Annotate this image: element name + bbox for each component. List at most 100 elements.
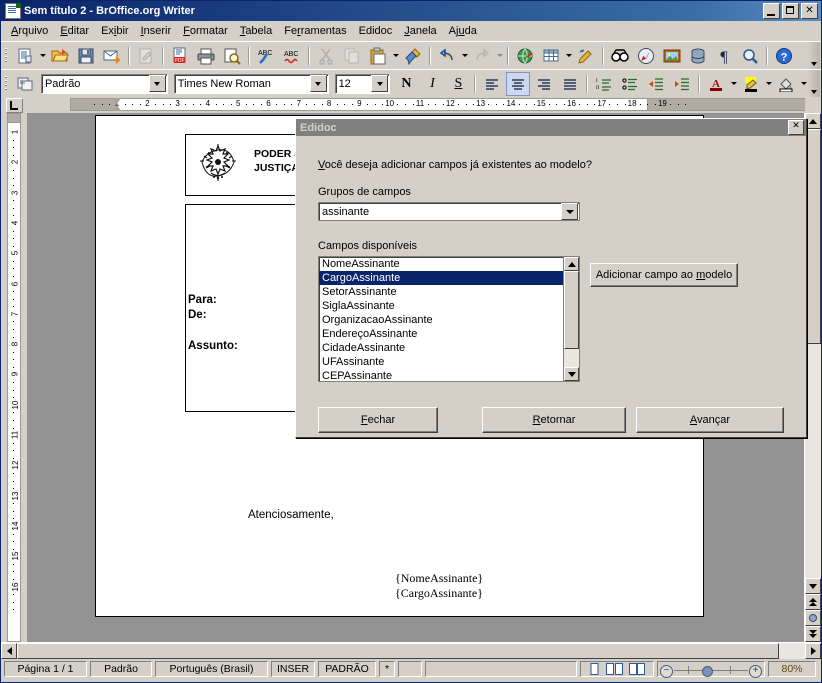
dialog-titlebar[interactable]: Edidoc ✕ — [296, 119, 806, 136]
justify-button[interactable] — [558, 72, 582, 96]
menu-ajuda[interactable]: Ajuda — [443, 23, 483, 39]
send-email-icon[interactable] — [100, 44, 124, 68]
next-page-button[interactable] — [805, 626, 821, 642]
background-color-dropdown-arrow[interactable] — [799, 73, 808, 95]
show-draw-functions-icon[interactable] — [574, 44, 598, 68]
status-page-style[interactable]: Padrão — [90, 661, 152, 677]
menu-edidoc[interactable]: Edidoc — [353, 23, 399, 39]
paragraph-indent-marker[interactable] — [113, 98, 121, 111]
bold-button[interactable]: N — [394, 72, 418, 96]
align-left-button[interactable] — [480, 72, 504, 96]
undo-dropdown-arrow[interactable] — [460, 45, 469, 67]
decrease-indent-button[interactable] — [644, 72, 668, 96]
scroll-left-button[interactable] — [1, 643, 17, 659]
menu-tabela[interactable]: Tabela — [234, 23, 278, 39]
scroll-right-button[interactable] — [805, 643, 821, 659]
menu-formatar[interactable]: Formatar — [177, 23, 234, 39]
redo-icon[interactable] — [470, 44, 494, 68]
listbox-scrollbar[interactable] — [563, 257, 579, 381]
field-list-item[interactable]: NomeAssinante — [319, 257, 563, 271]
formatting-marks-icon[interactable]: ¶ — [712, 44, 736, 68]
italic-button[interactable]: I — [420, 72, 444, 96]
status-insert-mode[interactable]: INSER — [271, 661, 315, 677]
align-right-button[interactable] — [532, 72, 556, 96]
close-button[interactable]: ✕ — [801, 3, 818, 19]
status-zoom-level[interactable]: 80% — [768, 661, 816, 677]
find-replace-icon[interactable] — [608, 44, 632, 68]
dialog-close-button[interactable]: ✕ — [788, 120, 804, 135]
available-fields-items[interactable]: NomeAssinante CargoAssinante SetorAssinant… — [319, 257, 563, 381]
single-page-view-icon[interactable] — [588, 663, 601, 675]
vertical-ruler[interactable]: 1 2 3 4 5 6 7 8 9 10 11 12 13 14 15 16 — [1, 113, 27, 642]
field-list-item[interactable]: UFAssinante — [319, 355, 563, 369]
underline-button[interactable]: S — [446, 72, 470, 96]
avancar-button[interactable]: Avançar — [636, 407, 784, 433]
increase-indent-button[interactable] — [670, 72, 694, 96]
field-groups-combo[interactable]: assinante — [318, 202, 580, 221]
field-list-item[interactable]: CargoAssinante — [319, 271, 563, 285]
font-size-combo[interactable]: 12 — [334, 73, 391, 94]
formatting-toolbar-overflow[interactable] — [808, 70, 820, 97]
data-sources-icon[interactable] — [686, 44, 710, 68]
listbox-scroll-down-button[interactable] — [564, 367, 579, 381]
status-language[interactable]: Português (Brasil) — [155, 661, 268, 677]
help-icon[interactable]: ? — [772, 44, 796, 68]
retornar-button[interactable]: Retornar — [482, 407, 626, 433]
paste-icon[interactable] — [366, 44, 390, 68]
field-groups-dropdown-arrow[interactable] — [561, 203, 578, 220]
table-dropdown-arrow[interactable] — [564, 45, 573, 67]
fechar-button[interactable]: Fechar — [318, 407, 438, 433]
horizontal-scroll-thumb[interactable] — [17, 643, 779, 659]
toolbar-grip[interactable] — [3, 74, 10, 94]
edidoc-dialog[interactable]: Edidoc ✕ Você deseja adicionar campos já… — [295, 118, 807, 438]
paste-dropdown-arrow[interactable] — [391, 45, 400, 67]
navigator-icon[interactable] — [634, 44, 658, 68]
redo-dropdown-arrow[interactable] — [495, 45, 504, 67]
edit-file-icon[interactable] — [134, 44, 158, 68]
multi-page-view-icon[interactable] — [606, 663, 624, 675]
scroll-down-button[interactable] — [805, 578, 821, 594]
open-folder-icon[interactable] — [48, 44, 72, 68]
previous-page-button[interactable] — [805, 594, 821, 610]
horizontal-ruler[interactable]: 1 2 3 4 5 6 7 8 9 10 11 12 13 14 15 16 17 18 19 — [27, 97, 805, 113]
background-color-button[interactable] — [774, 72, 798, 96]
tab-stop-selector-icon[interactable] — [5, 97, 23, 113]
status-modified-flag[interactable]: * — [379, 661, 395, 677]
field-list-item[interactable]: OrganizacaoAssinante — [319, 313, 563, 327]
minimize-button[interactable] — [763, 3, 780, 19]
font-color-button[interactable]: A — [704, 72, 728, 96]
align-center-button[interactable] — [506, 71, 531, 96]
horizontal-scrollbar[interactable] — [1, 642, 821, 659]
unordered-list-button[interactable] — [618, 72, 642, 96]
copy-icon[interactable] — [340, 44, 364, 68]
available-fields-listbox[interactable]: NomeAssinante CargoAssinante SetorAssinant… — [318, 256, 580, 382]
highlighting-dropdown-arrow[interactable] — [764, 73, 773, 95]
field-list-item[interactable]: EndereçoAssinante — [319, 327, 563, 341]
ordered-list-button[interactable]: I II — [592, 72, 616, 96]
zoom-icon[interactable] — [738, 44, 762, 68]
horizontal-scroll-track[interactable] — [17, 643, 805, 659]
print-preview-icon[interactable] — [220, 44, 244, 68]
font-size-dropdown-arrow[interactable] — [371, 75, 389, 92]
listbox-scroll-up-button[interactable] — [564, 257, 579, 271]
highlighting-button[interactable] — [739, 72, 763, 96]
font-name-dropdown-arrow[interactable] — [309, 75, 327, 92]
ruler-corner[interactable] — [1, 97, 27, 113]
field-list-item[interactable]: SiglaAssinante — [319, 299, 563, 313]
book-view-icon[interactable] — [629, 663, 646, 675]
field-list-item[interactable]: CEPAssinante — [319, 369, 563, 381]
paragraph-style-dropdown-arrow[interactable] — [148, 75, 166, 92]
cut-icon[interactable] — [314, 44, 338, 68]
font-color-dropdown-arrow[interactable] — [729, 73, 738, 95]
zoom-slider-handle[interactable] — [702, 666, 713, 677]
new-document-icon[interactable] — [13, 44, 37, 68]
navigation-button[interactable] — [805, 610, 821, 626]
menu-inserir[interactable]: Inserir — [135, 23, 178, 39]
spellcheck-icon[interactable]: ABC — [254, 44, 278, 68]
menu-ferramentas[interactable]: Ferramentas — [278, 23, 352, 39]
clone-formatting-icon[interactable] — [401, 44, 425, 68]
font-name-combo[interactable]: Times New Roman — [173, 73, 329, 94]
insert-table-icon[interactable] — [539, 44, 563, 68]
new-dropdown-arrow[interactable] — [38, 45, 47, 67]
autospellcheck-icon[interactable]: ABC — [280, 44, 304, 68]
